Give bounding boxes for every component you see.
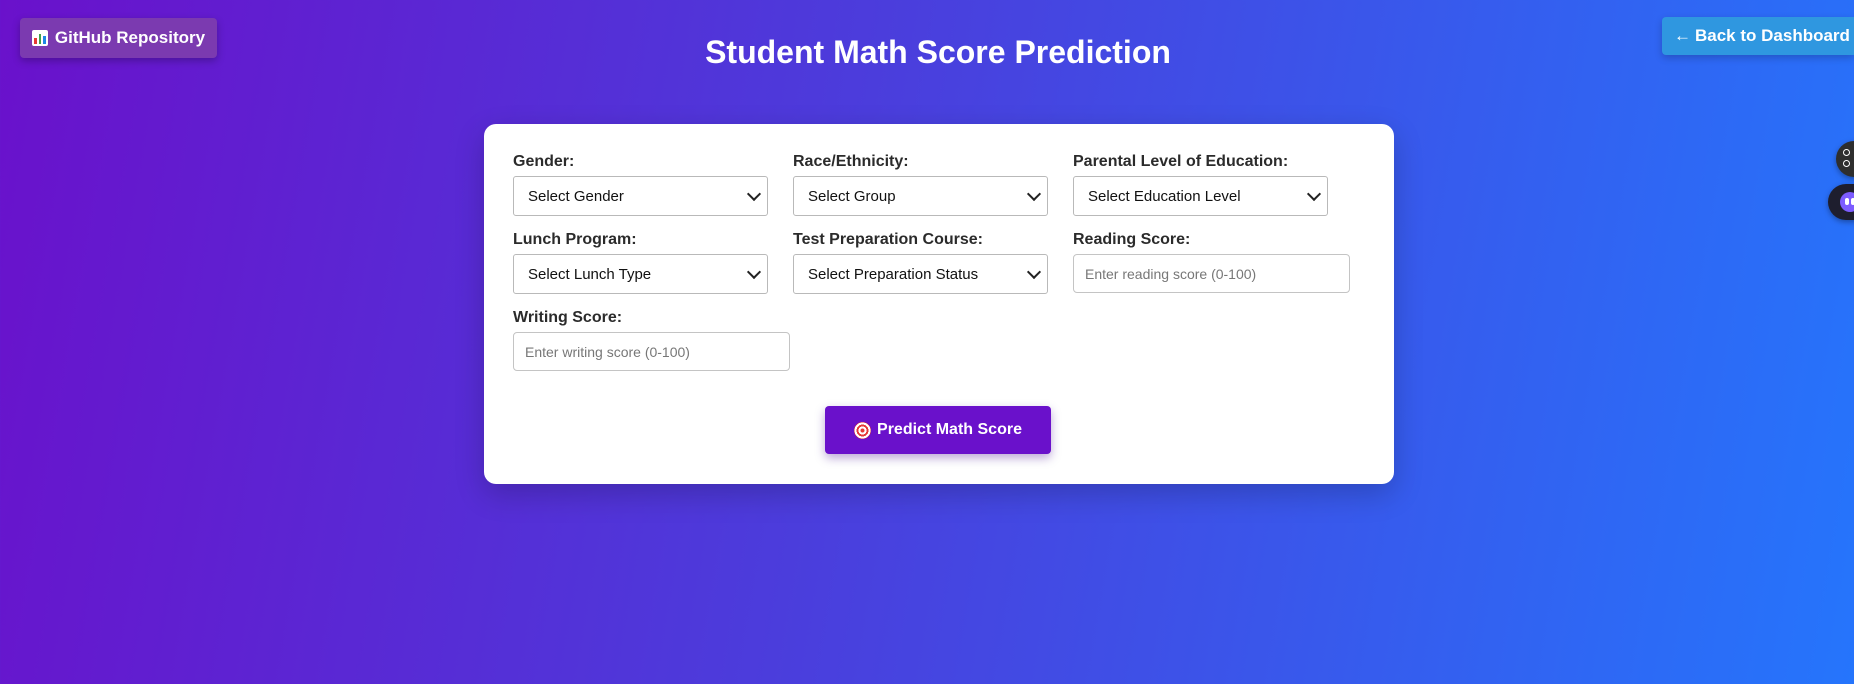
lunch-program-select[interactable]: Select Lunch Type: [513, 254, 768, 294]
widget-menu-icon: [1843, 149, 1850, 156]
target-icon: [854, 421, 872, 439]
writing-score-field: Writing Score:: [513, 308, 790, 371]
parental-education-field: Parental Level of Education: Select Educ…: [1073, 152, 1328, 216]
gender-select-value: Select Gender: [528, 187, 624, 205]
test-prep-select-value: Select Preparation Status: [808, 265, 979, 283]
gender-select[interactable]: Select Gender: [513, 176, 768, 216]
page-title: Student Math Score Prediction: [705, 34, 1171, 70]
test-prep-field: Test Preparation Course: Select Preparat…: [793, 230, 1048, 294]
reading-score-input[interactable]: [1073, 254, 1350, 293]
chevron-down-icon: [1026, 186, 1042, 201]
parental-education-select-value: Select Education Level: [1088, 187, 1241, 205]
prediction-form-card: Gender: Select Gender Race/Ethnicity: Se…: [484, 124, 1394, 484]
widget-menu-button[interactable]: [1836, 141, 1854, 177]
reading-score-label: Reading Score:: [1073, 231, 1191, 248]
lunch-program-label: Lunch Program:: [513, 231, 637, 248]
gender-label: Gender:: [513, 153, 575, 170]
race-ethnicity-select[interactable]: Select Group: [793, 176, 1048, 216]
predict-math-score-button[interactable]: Predict Math Score: [825, 406, 1051, 454]
race-ethnicity-field: Race/Ethnicity: Select Group: [793, 152, 1048, 216]
race-ethnicity-label: Race/Ethnicity:: [793, 153, 909, 170]
chevron-down-icon: [746, 186, 762, 201]
widget-menu-icon: [1843, 160, 1850, 167]
assistant-bot-button[interactable]: [1828, 184, 1854, 220]
predict-math-score-label: Predict Math Score: [877, 421, 1022, 438]
writing-score-input[interactable]: [513, 332, 790, 371]
writing-score-label: Writing Score:: [513, 309, 623, 326]
parental-education-select[interactable]: Select Education Level: [1073, 176, 1328, 216]
chevron-down-icon: [1306, 186, 1322, 201]
test-prep-select[interactable]: Select Preparation Status: [793, 254, 1048, 294]
reading-score-field: Reading Score:: [1073, 230, 1350, 293]
test-prep-label: Test Preparation Course:: [793, 231, 983, 248]
lunch-program-select-value: Select Lunch Type: [528, 265, 652, 283]
bot-eye-icon: [1845, 198, 1849, 205]
chevron-down-icon: [1026, 264, 1042, 279]
race-ethnicity-select-value: Select Group: [808, 187, 896, 205]
gender-field: Gender: Select Gender: [513, 152, 768, 216]
chevron-down-icon: [746, 264, 762, 279]
lunch-program-field: Lunch Program: Select Lunch Type: [513, 230, 768, 294]
parental-education-label: Parental Level of Education:: [1073, 153, 1289, 170]
